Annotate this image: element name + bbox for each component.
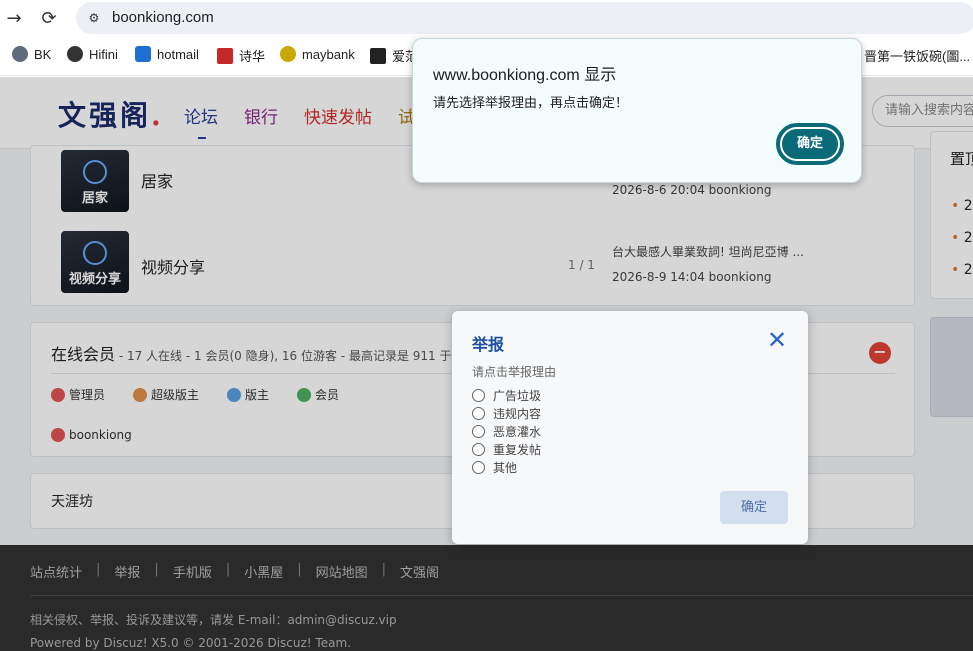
browser-toolbar: → ⟳ ⚙ boonkiong.com: [0, 0, 973, 36]
reason-violation[interactable]: 违规内容: [472, 405, 541, 422]
radio-button[interactable]: [472, 461, 485, 474]
reason-label: 违规内容: [493, 407, 542, 421]
globe-icon: [67, 46, 83, 62]
site-settings-icon[interactable]: ⚙: [84, 8, 104, 28]
reason-other[interactable]: 其他: [472, 459, 517, 476]
shihua-icon: [217, 47, 233, 64]
alert-ok-button[interactable]: 确定: [776, 123, 844, 165]
radio-button[interactable]: [472, 443, 485, 456]
bookmark-label: 诗华: [239, 49, 266, 64]
address-bar[interactable]: ⚙ boonkiong.com: [76, 2, 973, 34]
bk-icon: [12, 46, 28, 62]
bookmark-label: Hifini: [89, 46, 118, 62]
report-title: 举报: [472, 335, 505, 354]
report-hint: 请点击举报理由: [472, 365, 557, 379]
reason-duplicate[interactable]: 重复发帖: [472, 441, 541, 458]
radio-button[interactable]: [472, 407, 485, 420]
report-confirm-button[interactable]: 确定: [720, 491, 788, 524]
reload-icon[interactable]: ⟳: [37, 6, 61, 30]
radio-button[interactable]: [472, 425, 485, 438]
forward-arrow-icon[interactable]: →: [2, 6, 26, 30]
outlook-icon: [135, 46, 151, 62]
bookmark-aifan[interactable]: 爱范: [370, 46, 418, 65]
url-text[interactable]: boonkiong.com: [112, 9, 214, 26]
bookmark-label: maybank: [302, 46, 355, 62]
bookmark-bk[interactable]: BK: [12, 46, 51, 62]
aifan-icon: [370, 47, 386, 64]
radio-button[interactable]: [472, 389, 485, 402]
reason-label: 恶意灌水: [493, 425, 542, 439]
bookmark-label: hotmail: [157, 46, 199, 62]
alert-title: www.boonkiong.com 显示: [433, 67, 617, 84]
reason-label: 广告垃圾: [493, 389, 542, 403]
bookmark-hifini[interactable]: Hifini: [67, 46, 118, 62]
close-icon[interactable]: ✕: [764, 327, 790, 353]
alert-message: 请先选择举报理由，再点击确定！: [433, 96, 629, 111]
reason-label: 重复发帖: [493, 443, 542, 457]
reason-flood[interactable]: 恶意灌水: [472, 423, 541, 440]
bookmark-hotmail[interactable]: hotmail: [135, 46, 199, 62]
maybank-icon: [280, 46, 296, 62]
bookmark-maybank[interactable]: maybank: [280, 46, 355, 62]
bookmark-label: BK: [34, 46, 52, 62]
browser-alert: www.boonkiong.com 显示 请先选择举报理由，再点击确定！ 确定: [412, 38, 862, 183]
report-dialog: 举报 ✕ 请点击举报理由 广告垃圾 违规内容 恶意灌水 重复发帖 其他 确定: [452, 311, 808, 544]
bookmark-shihua[interactable]: 诗华: [217, 46, 265, 65]
reason-ad[interactable]: 广告垃圾: [472, 387, 541, 404]
bookmark-label: 晋第一铁饭碗(圖...: [864, 49, 971, 64]
reason-label: 其他: [493, 461, 518, 475]
